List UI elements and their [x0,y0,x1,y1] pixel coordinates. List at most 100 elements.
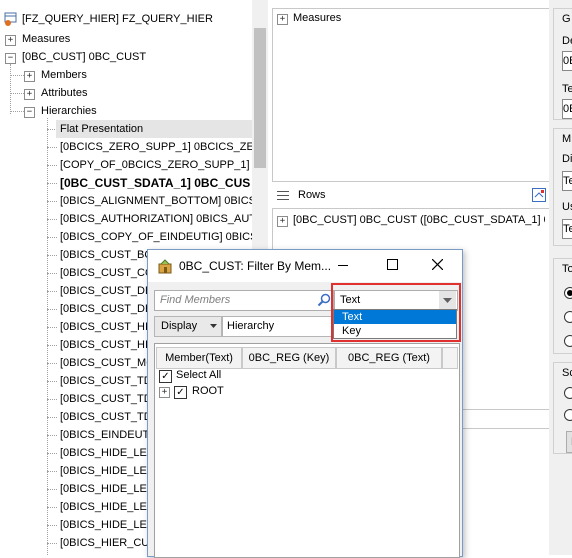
display-label: Di [562,153,572,165]
tree-guide-line [47,507,57,508]
swap-axes-icon[interactable] [532,188,546,202]
select-all-checkbox[interactable]: ✓ [159,370,172,383]
display-select[interactable]: Te [562,171,572,191]
tree-members[interactable]: Members [41,66,87,84]
find-members-placeholder: Find Members [160,294,231,306]
tree-guide-line [47,453,57,454]
tree-guide-line [10,75,24,76]
close-icon[interactable] [432,259,443,270]
description-label: De [562,35,572,47]
expand-members-icon[interactable]: + [24,71,35,82]
hierarchy-item[interactable]: [0BICS_AUTHORIZATION] 0BICS_AUTHO [60,210,252,228]
hierarchy-item[interactable]: [0BC_CUST_SDATA_1] 0BC_CUS [60,174,252,192]
tree-guide-line [47,183,57,184]
column-header-member-text[interactable]: Member(Text) [156,347,242,369]
use-select[interactable]: Te [562,219,572,239]
totals-radio-2[interactable] [564,311,572,323]
expand-measures-icon[interactable]: + [5,35,16,46]
root-label: ROOT [192,385,224,397]
tree-guide-line [47,273,57,274]
display-chevron-icon [210,324,217,328]
tree-guide-line [47,525,57,526]
tree-guide-line [47,291,57,292]
hierarchy-item[interactable]: Flat Presentation [56,120,260,138]
totals-group: To [553,258,572,354]
tree-guide-line [47,255,57,256]
tree-dimension[interactable]: [0BC_CUST] 0BC_CUST [22,48,146,66]
hierarchy-item[interactable]: [0BICS_COPY_OF_EINDEUTIG] 0BICS_C [60,228,252,246]
members-group-title: M [562,133,572,145]
dialog-title-bar: 0BC_CUST: Filter By Mem... [148,250,462,282]
technical-name-label: Te [562,83,572,95]
hierarchy-item[interactable]: [COPY_OF_0BCICS_ZERO_SUPP_1] 0BC [60,156,252,174]
highlight-annotation [331,283,461,342]
tree-guide-line [47,489,57,490]
select-all-label: Select All [176,369,222,381]
tree-attributes[interactable]: Attributes [41,84,87,102]
display-dropdown[interactable]: Display [154,316,222,337]
totals-radio-1[interactable] [564,287,572,299]
column-header-reg-key[interactable]: 0BC_REG (Key) [242,347,336,369]
collapse-dimension-icon[interactable]: − [5,53,16,64]
description-field[interactable]: 0B [562,51,572,71]
technical-name-field[interactable]: 0E [562,99,572,119]
column-header-reg-text[interactable]: 0BC_REG (Text) [336,347,442,369]
expand-root-icon[interactable]: + [159,387,170,398]
tree-guide-line [47,471,57,472]
tree-guide-line [47,237,57,238]
tree-measures[interactable]: Measures [22,30,70,48]
scrollbar-thumb[interactable] [254,28,266,168]
measures-panel-label[interactable]: Measures [293,12,341,24]
members-group: M Di Te Us Te [553,128,572,246]
column-header-extra[interactable] [442,347,458,369]
use-label: Us [562,201,572,213]
sort-button[interactable]: N [566,431,572,453]
hierarchy-field[interactable]: Hierarchy [222,316,336,337]
properties-strip: G De 0B Te 0E M Di Te Us Te To Sc N [549,0,572,555]
general-group-title: G [562,13,571,25]
tree-hierarchies[interactable]: Hierarchies [41,102,97,120]
tree-guide-line [47,165,57,166]
find-members-input[interactable]: Find Members [154,290,334,311]
sort-radio-1[interactable] [564,387,572,399]
tree-guide-line [47,219,57,220]
columns-panel-fragment [461,428,549,556]
search-icon[interactable] [317,293,331,307]
tree-guide-line [47,417,57,418]
display-label: Display [161,320,198,332]
tree-guide-line [10,64,11,114]
hierarchy-item[interactable]: [0BICS_ALIGNMENT_BOTTOM] 0BICS_A [60,192,252,210]
rows-item[interactable]: [0BC_CUST] 0BC_CUST ([0BC_CUST_SDATA_1] … [293,214,545,226]
tree-guide-line [47,309,57,310]
sort-group: Sc N [553,362,572,454]
tree-guide-line [47,147,57,148]
rows-icon [277,191,289,200]
tree-root-label: [FZ_QUERY_HIER] FZ_QUERY_HIER [22,13,213,25]
tree-guide-line [10,111,24,112]
rows-title: Rows [298,189,326,201]
totals-group-title: To [562,263,572,275]
expand-attributes-icon[interactable]: + [24,89,35,100]
tree-guide-line [47,345,57,346]
filter-dialog-icon [158,259,172,274]
totals-radio-3[interactable] [564,335,572,347]
general-group: G De 0B Te 0E [553,8,572,120]
tree-guide-line [10,93,24,94]
sort-group-title: Sc [562,367,572,379]
root-checkbox[interactable]: ✓ [174,386,187,399]
maximize-icon[interactable] [387,259,398,270]
tree-guide-line [47,399,57,400]
tree-guide-line [47,327,57,328]
tree-guide-line [47,435,57,436]
tree-guide-line [47,201,57,202]
tree-guide-line [47,363,57,364]
tree-guide-line [47,381,57,382]
sort-radio-2[interactable] [564,409,572,421]
expand-row-item-icon[interactable]: + [277,216,288,227]
hierarchy-item[interactable]: [0BCICS_ZERO_SUPP_1] 0BCICS_ZERO_ [60,138,252,156]
hierarchy-label: Hierarchy [227,320,275,332]
expand-measures-panel-icon[interactable]: + [277,14,288,25]
collapse-hierarchies-icon[interactable]: − [24,107,35,118]
tree-guide-line [47,543,57,544]
minimize-icon[interactable] [338,265,348,266]
